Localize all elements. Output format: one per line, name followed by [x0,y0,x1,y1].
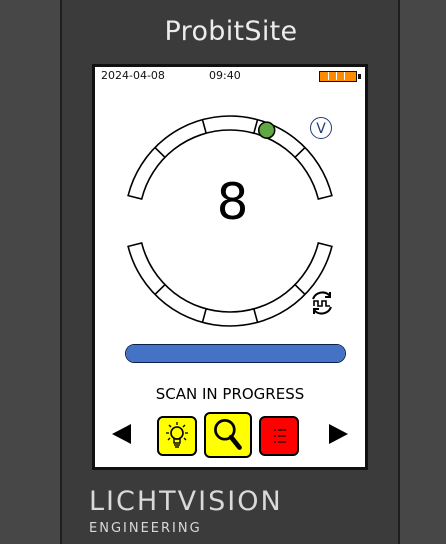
gauge-lower-band [127,242,333,327]
left-triangle-icon[interactable] [112,424,131,444]
scan-progress-bar [125,344,346,363]
list-button[interactable] [259,416,299,456]
detection-count: 8 [216,173,249,231]
manufacturer-logo: LICHTVISION ENGINEERING [89,488,349,536]
right-triangle-icon[interactable] [329,424,348,444]
control-row [95,412,365,458]
gauge-indicator-dot [257,121,276,139]
progress-fill [126,345,345,362]
device-body: ProbitSite 2024-04-08 09:40 8 V SCAN IN … [0,0,446,544]
left-bezel [0,0,62,544]
status-message: SCAN IN PROGRESS [155,385,305,403]
lightbulb-button[interactable] [157,416,197,456]
mode-badge-icon[interactable]: V [310,117,332,139]
gauge-lower-arc [127,242,333,327]
logo-main-text: LICHTVISION [89,486,283,517]
right-bezel [398,0,446,544]
magnifier-button[interactable] [204,412,252,458]
logo-sub-text: ENGINEERING [89,521,202,536]
cycle-mode-icon[interactable] [308,289,336,317]
lightbulb-icon [166,422,188,448]
display-screen: 2024-04-08 09:40 8 V SCAN IN PROGRESS [92,64,368,470]
brand-title: ProbitSite [164,16,298,47]
list-icon [274,429,286,443]
magnifier-icon [214,418,242,450]
